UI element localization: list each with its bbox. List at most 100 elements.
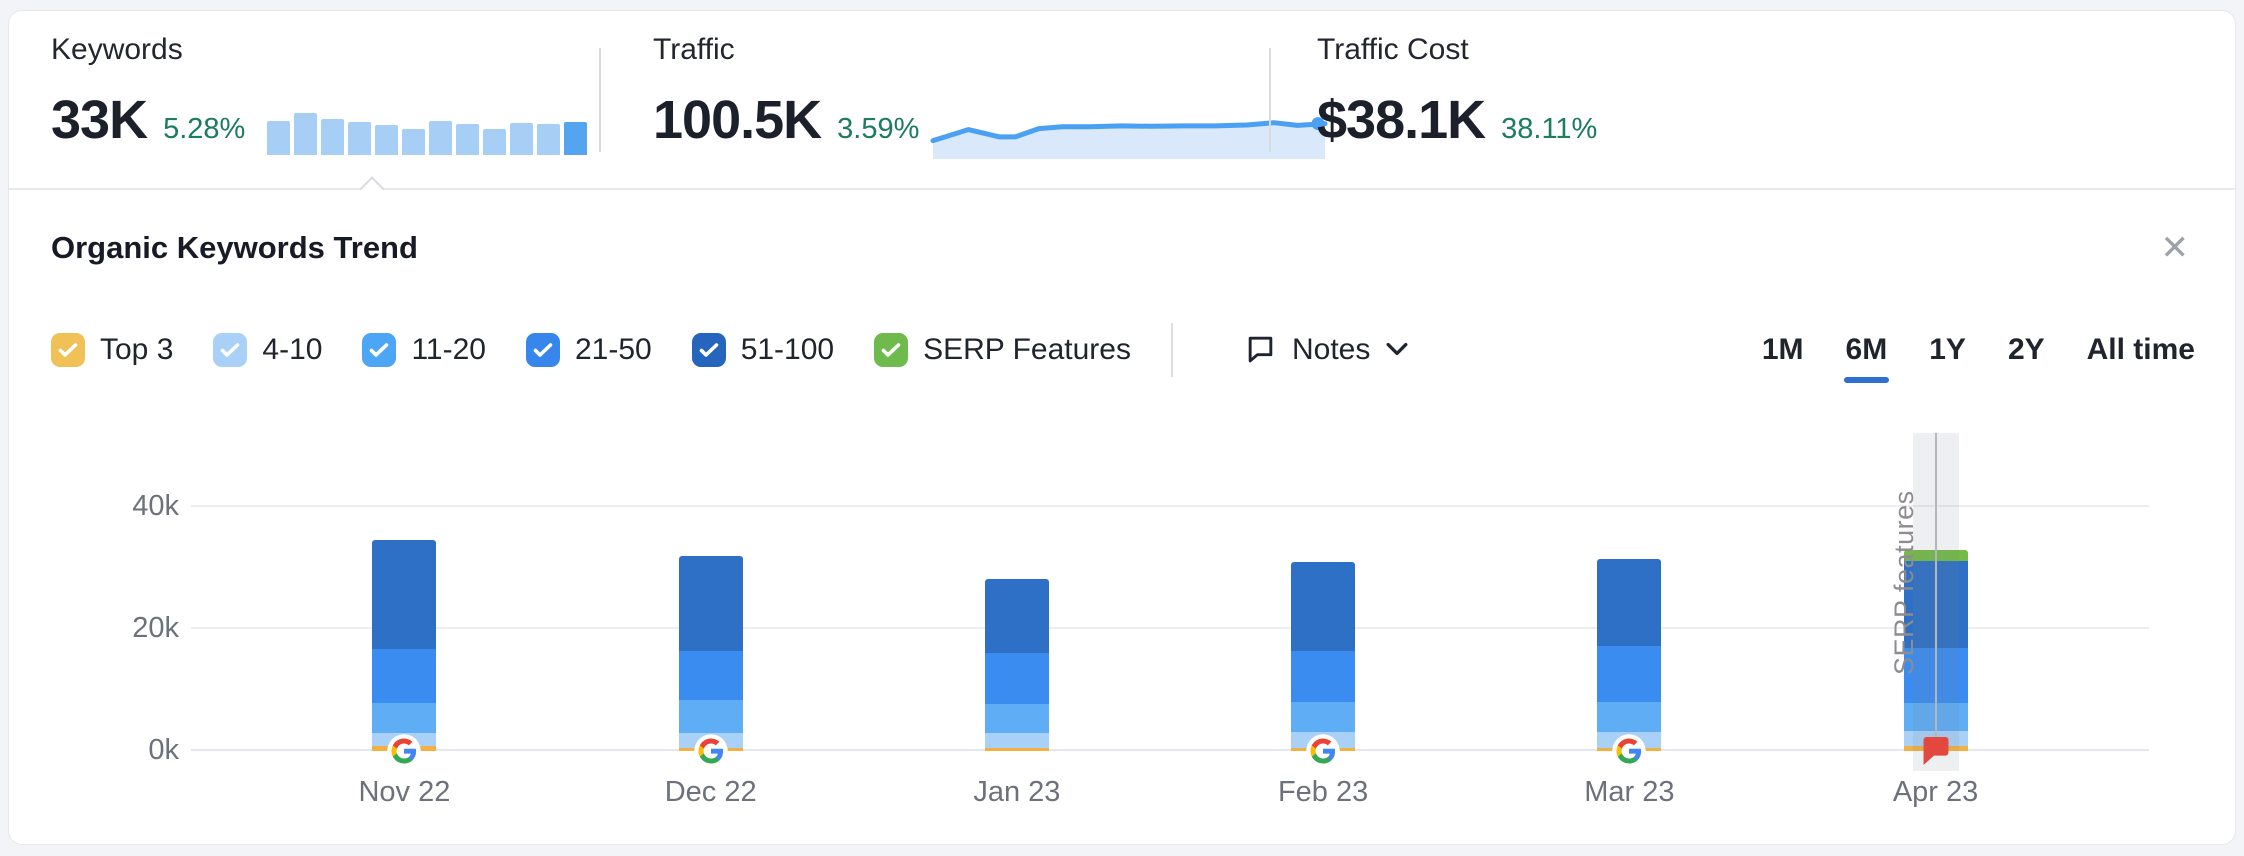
segment-4-10	[985, 733, 1049, 748]
notes-button-label: Notes	[1292, 333, 1370, 367]
metric-traffic-cost[interactable]: Traffic Cost $38.1K 38.11%	[1271, 11, 2235, 188]
filter-11-20[interactable]: 11-20	[362, 333, 486, 367]
traffic-cost-value-row: $38.1K 38.11%	[1317, 77, 2235, 147]
y-axis-label: 0k	[51, 734, 179, 767]
filter-4-10-label: 4-10	[262, 333, 322, 367]
google-icon[interactable]	[387, 734, 421, 768]
checkbox-serp-features-icon	[874, 333, 908, 367]
segment-51-100	[372, 540, 436, 649]
bar-mar-23[interactable]	[1597, 559, 1661, 751]
segment-21-50	[679, 651, 743, 700]
traffic-cost-change: 38.11%	[1501, 115, 1597, 144]
segment-11-20	[1597, 702, 1661, 733]
traffic-change: 3.59%	[837, 115, 919, 144]
gridline-0k	[191, 749, 2149, 751]
organic-keywords-trend-panel: Organic Keywords Trend ✕ Top 3 4-10 11-2…	[9, 190, 2235, 841]
metric-keywords[interactable]: Keywords 33K 5.28%	[51, 11, 599, 188]
filter-21-50-label: 21-50	[575, 333, 652, 367]
keywords-label: Keywords	[51, 33, 599, 67]
traffic-cost-value: $38.1K	[1317, 93, 1485, 147]
y-axis-label: 20k	[51, 612, 179, 645]
filter-top-3[interactable]: Top 3	[51, 333, 173, 367]
filter-serp-features[interactable]: SERP Features	[874, 333, 1131, 367]
annotation-vertical-line	[1935, 433, 1937, 739]
filter-21-50[interactable]: 21-50	[526, 333, 652, 367]
metric-traffic[interactable]: Traffic 100.5K 3.59%	[601, 11, 1269, 188]
segment-21-50	[1291, 651, 1355, 702]
sparkline-bar	[267, 121, 290, 155]
x-axis-label: Jan 23	[907, 776, 1127, 809]
segment-51-100	[679, 556, 743, 651]
filter-11-20-label: 11-20	[411, 333, 486, 367]
time-range-1m[interactable]: 1M	[1762, 333, 1804, 367]
gridline-40k	[191, 505, 2149, 507]
google-icon[interactable]	[1612, 734, 1646, 768]
sparkline-bar	[429, 121, 452, 155]
checkbox-11-20-icon	[362, 333, 396, 367]
segment-11-20	[679, 700, 743, 732]
sparkline-bar	[294, 113, 317, 155]
organic-trend-chart: Nov 22 Dec 22 Jan 23Feb 23 Mar 23 Apr 23…	[51, 411, 2195, 841]
traffic-label: Traffic	[653, 33, 1269, 67]
bar-jan-23[interactable]	[985, 579, 1049, 751]
segment-21-50	[1597, 646, 1661, 702]
bar-dec-22[interactable]	[679, 556, 743, 751]
time-range-tabs: 1M 6M 1Y 2Y All time	[1762, 333, 2195, 367]
domain-overview-card: Keywords 33K 5.28% Traffic 100.5K 3.59% …	[8, 10, 2236, 845]
filter-row: Top 3 4-10 11-20 21-50 51-100	[51, 323, 2195, 377]
time-range-6m[interactable]: 6M	[1846, 333, 1888, 367]
checkbox-4-10-icon	[213, 333, 247, 367]
segment-51-100	[1597, 559, 1661, 646]
checkbox-top-3-icon	[51, 333, 85, 367]
segment-21-50	[985, 653, 1049, 704]
sparkline-bar	[537, 124, 560, 155]
traffic-cost-label: Traffic Cost	[1317, 33, 2235, 67]
segment-11-20	[985, 704, 1049, 733]
bar-nov-22[interactable]	[372, 540, 436, 751]
x-axis-label: Feb 23	[1213, 776, 1433, 809]
note-bubble-icon	[1245, 333, 1276, 367]
segment-21-50	[372, 649, 436, 703]
metrics-row: Keywords 33K 5.28% Traffic 100.5K 3.59% …	[9, 11, 2235, 188]
sparkline-bar	[510, 123, 533, 155]
close-button[interactable]: ✕	[2155, 231, 2196, 265]
filter-top-3-label: Top 3	[100, 333, 173, 367]
time-range-2y[interactable]: 2Y	[2008, 333, 2045, 367]
plot-area: Nov 22 Dec 22 Jan 23Feb 23 Mar 23 Apr 23…	[191, 411, 2149, 751]
google-icon[interactable]	[694, 734, 728, 768]
segment-11-20	[372, 703, 436, 733]
segment-11-20	[1291, 702, 1355, 733]
page: Keywords 33K 5.28% Traffic 100.5K 3.59% …	[0, 0, 2244, 856]
filter-4-10[interactable]: 4-10	[213, 333, 322, 367]
filter-divider	[1171, 323, 1173, 377]
time-range-all-time[interactable]: All time	[2087, 333, 2195, 367]
traffic-sparkline	[933, 113, 1325, 159]
segment-51-100	[985, 579, 1049, 653]
x-axis-label: Mar 23	[1519, 776, 1739, 809]
notes-button[interactable]: Notes	[1245, 333, 1408, 367]
filter-serp-features-label: SERP Features	[923, 333, 1131, 367]
segment-top-3	[985, 748, 1049, 751]
time-range-1y[interactable]: 1Y	[1929, 333, 1966, 367]
x-axis-label: Dec 22	[601, 776, 821, 809]
panel-header: Organic Keywords Trend ✕	[51, 190, 2195, 266]
metrics-bottom-divider	[9, 188, 2235, 190]
traffic-value-row: 100.5K 3.59%	[653, 77, 1269, 147]
checkbox-21-50-icon	[526, 333, 560, 367]
x-axis-label: Nov 22	[294, 776, 514, 809]
keywords-sparkline	[267, 113, 587, 155]
keywords-change: 5.28%	[163, 115, 245, 144]
segment-51-100	[1291, 562, 1355, 651]
chevron-down-icon	[1386, 342, 1408, 359]
checkbox-51-100-icon	[692, 333, 726, 367]
sparkline-bar	[483, 129, 506, 155]
google-icon[interactable]	[1306, 734, 1340, 768]
keywords-value: 33K	[51, 93, 147, 147]
y-axis-label: 40k	[51, 490, 179, 523]
annotation-label: SERP features	[1889, 495, 1920, 675]
bar-feb-23[interactable]	[1291, 562, 1355, 751]
sparkline-bar	[564, 122, 587, 155]
filter-51-100[interactable]: 51-100	[692, 333, 834, 367]
note-flag-icon[interactable]	[1923, 737, 1949, 765]
sparkline-bar	[348, 122, 371, 155]
